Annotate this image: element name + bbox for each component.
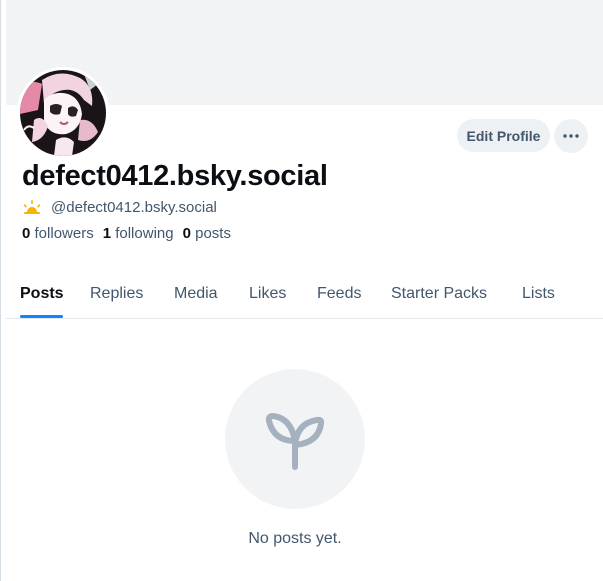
avatar[interactable]: [17, 67, 109, 159]
avatar-image: [20, 70, 106, 156]
display-name: defect0412.bsky.social: [22, 160, 328, 192]
following-count: 1: [102, 225, 112, 242]
posts-label: posts: [195, 225, 231, 242]
empty-state-message: No posts yet.: [248, 530, 342, 547]
tab-lists[interactable]: Lists: [522, 270, 555, 318]
edit-profile-button[interactable]: Edit Profile: [457, 119, 550, 152]
profile-view: Edit Profile defect0412.bsky.social @def…: [0, 0, 603, 581]
active-tab-indicator: [20, 315, 63, 318]
posts-count: 0: [182, 225, 191, 242]
tab-replies[interactable]: Replies: [90, 270, 143, 318]
tab-feeds[interactable]: Feeds: [317, 270, 361, 318]
tab-media[interactable]: Media: [174, 270, 218, 318]
sprout-icon: [265, 413, 325, 470]
following-label: following: [115, 225, 174, 242]
posts-stat: 0 posts: [183, 225, 231, 242]
tab-starter-packs[interactable]: Starter Packs: [391, 270, 487, 318]
more-options-button[interactable]: [554, 119, 588, 153]
profile-stats: 0 followers 1 following 0 posts: [22, 225, 231, 242]
tab-likes[interactable]: Likes: [249, 270, 286, 318]
followers-stat[interactable]: 0 followers: [22, 225, 94, 242]
ellipsis-icon: [563, 134, 579, 138]
followers-count: 0: [22, 225, 31, 242]
sunrise-icon: [23, 200, 41, 214]
followers-label: followers: [34, 225, 94, 242]
following-stat[interactable]: 1 following: [103, 225, 174, 242]
profile-tabs: Posts Replies Media Likes Feeds Starter …: [6, 270, 603, 319]
handle-row: @defect0412.bsky.social: [22, 198, 217, 216]
tab-posts[interactable]: Posts: [20, 270, 64, 318]
profile-handle: @defect0412.bsky.social: [51, 198, 217, 216]
empty-state-illustration: [225, 369, 365, 509]
